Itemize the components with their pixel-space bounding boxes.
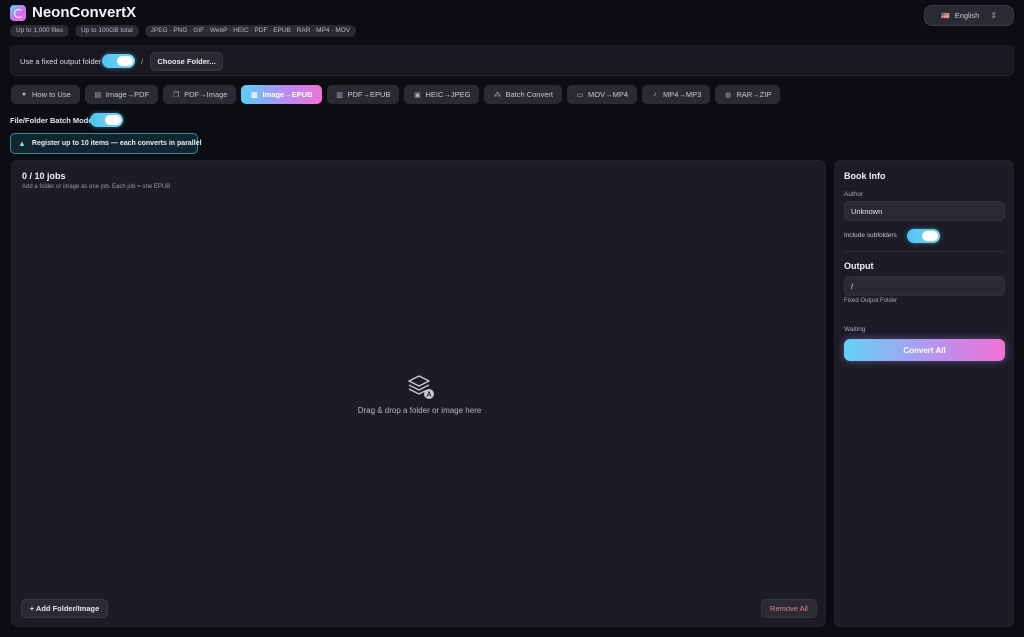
question-icon: ● bbox=[21, 91, 27, 98]
output-title: Output bbox=[844, 261, 874, 271]
batch-mode-toggle[interactable] bbox=[90, 113, 123, 127]
capability-badges: Up to 1,000 files Up to 100GB total JPEG… bbox=[10, 25, 357, 37]
batch-mode-label: File/Folder Batch Mode bbox=[10, 116, 93, 125]
svg-text:A: A bbox=[426, 392, 431, 399]
output-path-input[interactable]: / bbox=[844, 276, 1005, 296]
tab-heic-to-jpeg[interactable]: ▣ HEIC→JPEG bbox=[404, 85, 480, 104]
app-title: NeonConvertX bbox=[32, 4, 137, 21]
chevron-updown-icon: ⇕ bbox=[990, 11, 998, 20]
jobs-panel: 0 / 10 jobs Add a folder or image as one… bbox=[11, 160, 826, 627]
app-logo-icon bbox=[10, 5, 26, 21]
tab-pdf-to-image[interactable]: ❐ PDF→Image bbox=[163, 85, 237, 104]
tab-mov-to-mp4[interactable]: ▭ MOV→MP4 bbox=[566, 85, 637, 104]
book-icon: ▥ bbox=[336, 91, 343, 99]
language-select[interactable]: 🇺🇸 English ⇕ bbox=[924, 5, 1014, 26]
warning-icon: ▲ bbox=[18, 139, 26, 148]
jobs-count: 0 / 10 jobs bbox=[22, 171, 66, 181]
fixed-output-toggle[interactable] bbox=[102, 54, 135, 68]
book-icon: ▥ bbox=[251, 91, 258, 99]
tab-mp4-to-mp3[interactable]: ♪ MP4→MP3 bbox=[642, 85, 711, 104]
choose-folder-button[interactable]: Choose Folder... bbox=[150, 52, 223, 71]
tab-image-to-epub[interactable]: ▥ Image→EPUB bbox=[241, 85, 322, 104]
drop-zone-text[interactable]: Drag & drop a folder or image here bbox=[12, 406, 827, 415]
output-caption: Fixed Output Folder bbox=[844, 298, 898, 304]
add-folder-image-button[interactable]: + Add Folder/Image bbox=[21, 599, 108, 618]
batch-info-banner: ▲ Register up to 10 items — each convert… bbox=[10, 133, 202, 154]
status-text: Waiting bbox=[844, 326, 866, 333]
badge-size-limit: Up to 100GB total bbox=[74, 25, 139, 37]
convert-all-button[interactable]: Convert All bbox=[844, 339, 1005, 361]
flag-icon: 🇺🇸 bbox=[940, 12, 950, 20]
image-icon: ▣ bbox=[414, 91, 421, 99]
badge-file-limit: Up to 1,000 files bbox=[10, 25, 69, 37]
pages-icon: ❐ bbox=[172, 91, 180, 99]
output-folder-bar: Use a fixed output folder / Choose Folde… bbox=[10, 45, 1014, 76]
tab-batch-convert[interactable]: ⁂ Batch Convert bbox=[484, 85, 562, 104]
tab-rar-to-zip[interactable]: ◍ RAR→ZIP bbox=[715, 85, 781, 104]
language-label: English bbox=[954, 11, 980, 20]
badge-formats: JPEG · PNG · GIF · WebP · HEIC · PDF · E… bbox=[144, 25, 357, 37]
video-icon: ▭ bbox=[576, 91, 584, 99]
converter-tabs: ● How to Use ▤ Image→PDF ❐ PDF→Image ▥ Image… bbox=[11, 85, 781, 104]
fixed-output-label: Use a fixed output folder bbox=[20, 57, 102, 66]
batch-info-text: Register up to 10 items — each converts … bbox=[31, 140, 202, 147]
tab-how-to-use[interactable]: ● How to Use bbox=[11, 85, 80, 104]
output-path: / bbox=[141, 57, 144, 66]
book-info-title: Book Info bbox=[844, 171, 886, 181]
archive-icon: ◍ bbox=[725, 91, 732, 99]
document-icon: ▤ bbox=[94, 91, 102, 99]
jobs-description: Add a folder or image as one job. Each j… bbox=[22, 184, 171, 190]
divider bbox=[844, 251, 1005, 252]
author-label: Author bbox=[844, 191, 864, 198]
remove-all-button[interactable]: Remove All bbox=[761, 599, 817, 618]
grid-icon: ⁂ bbox=[493, 91, 501, 99]
author-input[interactable]: Unknown bbox=[844, 201, 1005, 221]
include-subfolders-toggle[interactable] bbox=[907, 229, 940, 243]
tab-pdf-to-epub[interactable]: ▥ PDF→EPUB bbox=[326, 85, 400, 104]
tab-image-to-pdf[interactable]: ▤ Image→PDF bbox=[84, 85, 159, 104]
layers-icon: A bbox=[408, 375, 434, 399]
music-note-icon: ♪ bbox=[653, 91, 657, 98]
book-info-panel: Book Info Author Unknown Include subfold… bbox=[834, 160, 1014, 627]
subfolders-label: Include subfolders bbox=[844, 232, 897, 239]
